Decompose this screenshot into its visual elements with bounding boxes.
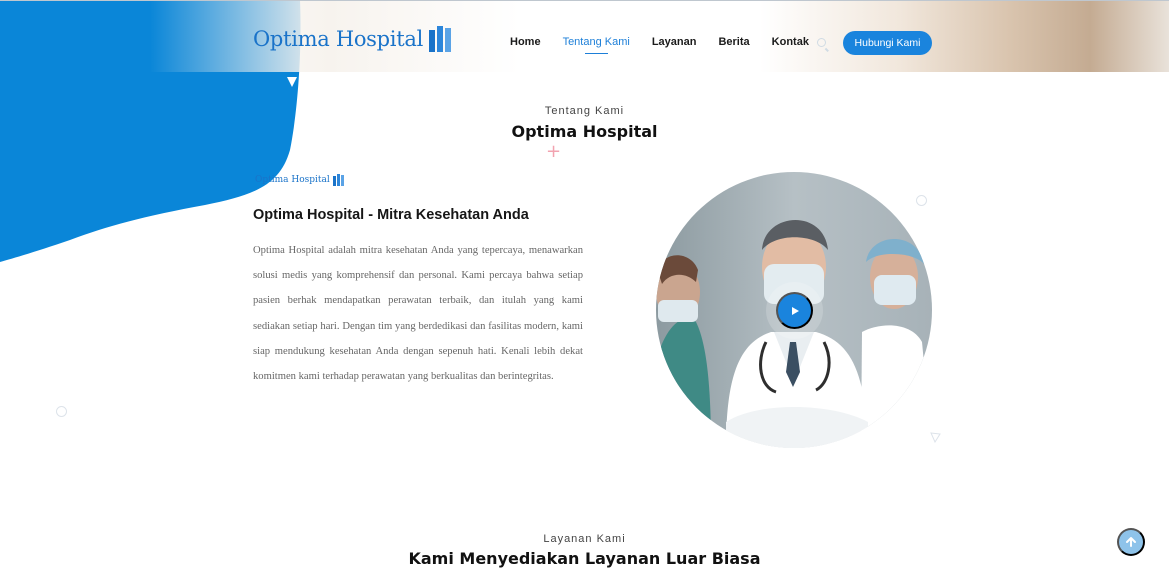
plus-decoration-icon: + xyxy=(546,141,562,162)
section-heading: Optima Hospital xyxy=(511,122,658,141)
circle-decoration-icon xyxy=(916,195,927,206)
arrow-up-icon xyxy=(1126,537,1136,547)
logo-bars-icon xyxy=(429,26,451,52)
triangle-decoration-icon xyxy=(930,432,941,443)
triangle-decoration-icon xyxy=(287,77,297,87)
about-description: Optima Hospital adalah mitra kesehatan A… xyxy=(253,245,583,383)
nav-layanan[interactable]: Layanan xyxy=(652,36,697,48)
mini-logo: Optima Hospital xyxy=(255,174,344,186)
play-video-button[interactable] xyxy=(776,292,813,329)
mini-logo-text: Optima Hospital xyxy=(255,175,330,185)
logo-text: Optima Hospital xyxy=(253,27,423,51)
nav-kontak[interactable]: Kontak xyxy=(772,36,809,48)
section-eyebrow: Tentang Kami xyxy=(544,105,625,117)
scroll-to-top-button[interactable] xyxy=(1117,528,1145,556)
nav-berita[interactable]: Berita xyxy=(718,36,749,48)
main-nav: Home Tentang Kami Layanan Berita Kontak xyxy=(510,36,831,54)
search-icon[interactable] xyxy=(817,38,826,47)
about-title: Optima Hospital - Mitra Kesehatan Anda xyxy=(253,207,529,223)
services-heading: Kami Menyediakan Layanan Luar Biasa xyxy=(408,549,761,568)
site-logo[interactable]: Optima Hospital xyxy=(253,26,451,52)
nav-tentang-kami[interactable]: Tentang Kami xyxy=(563,36,630,54)
circle-decoration-icon xyxy=(56,406,67,417)
nav-home[interactable]: Home xyxy=(510,36,541,48)
services-eyebrow: Layanan Kami xyxy=(543,533,626,545)
contact-button[interactable]: Hubungi Kami xyxy=(843,31,932,55)
mini-logo-bars-icon xyxy=(332,174,344,186)
play-icon xyxy=(792,306,799,315)
